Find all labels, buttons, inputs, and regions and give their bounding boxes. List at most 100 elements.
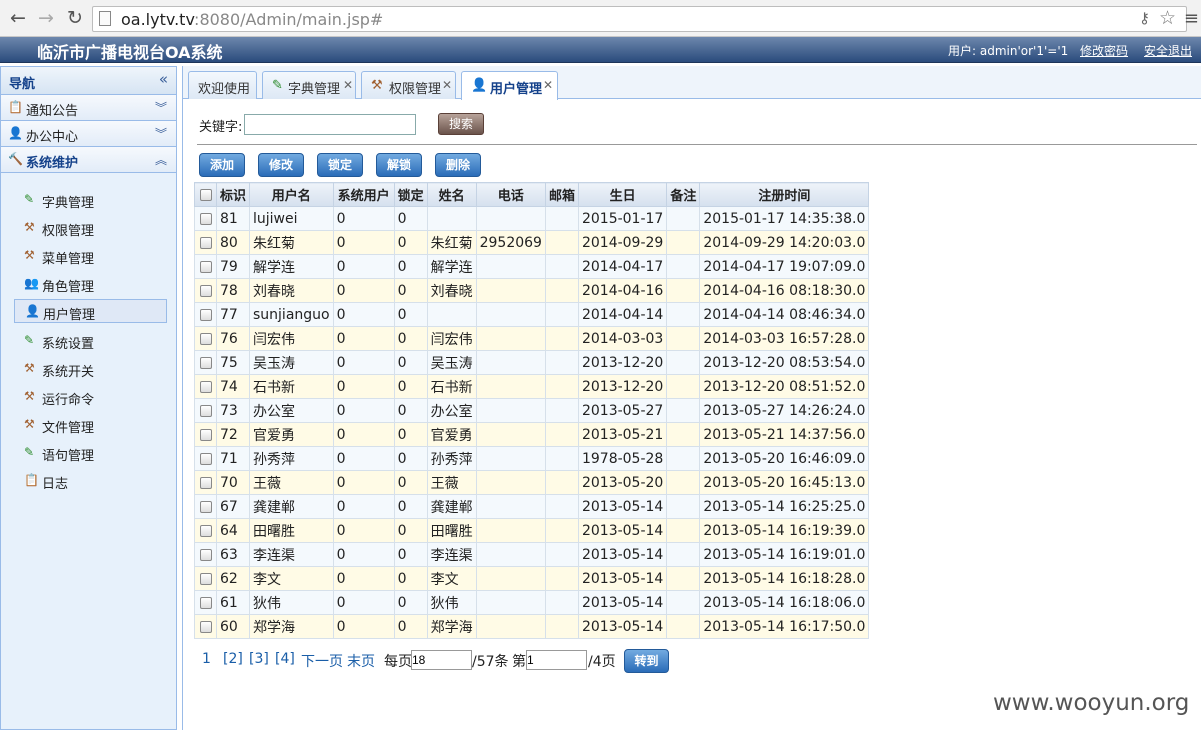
row-checkbox[interactable] [194, 518, 217, 543]
close-icon[interactable]: ✕ [343, 78, 353, 92]
row-checkbox[interactable] [194, 206, 217, 231]
table-row[interactable]: 63 李连渠 0 0 李连渠 2013-05-14 2013-05-14 16:19:01.… [194, 542, 870, 567]
table-row[interactable]: 70 王薇 0 0 王薇 2013-05-20 2013-05-20 16:45:13.0 [194, 470, 870, 495]
expand-icon[interactable]: ︾ [155, 99, 167, 116]
sidebar-item-files[interactable]: ⚒ 文件管理 [14, 413, 167, 437]
sidebar-item-menu[interactable]: ⚒ 菜单管理 [14, 244, 167, 268]
keyword-input[interactable] [244, 114, 416, 135]
logout-link[interactable]: 安全退出 [1144, 42, 1192, 59]
forward-icon[interactable]: → [34, 6, 58, 30]
table-row[interactable]: 61 狄伟 0 0 狄伟 2013-05-14 2013-05-14 16:18:06.0 [194, 590, 870, 615]
table-row[interactable]: 74 石书新 0 0 石书新 2013-12-20 2013-12-20 08:51:52.… [194, 374, 870, 399]
row-checkbox[interactable] [194, 470, 217, 495]
unlock-button[interactable]: 解锁 [376, 153, 422, 177]
table-row[interactable]: 67 龚建郸 0 0 龚建郸 2013-05-14 2013-05-14 16:25:25.… [194, 494, 870, 519]
change-password-link[interactable]: 修改密码 [1080, 42, 1128, 59]
table-row[interactable]: 78 刘春晓 0 0 刘春晓 2014-04-16 2014-04-16 08:18:30.… [194, 278, 870, 303]
reload-icon[interactable]: ↻ [63, 6, 87, 30]
row-checkbox[interactable] [194, 590, 217, 615]
table-row[interactable]: 73 办公室 0 0 办公室 2013-05-27 2013-05-27 14:26:24.… [194, 398, 870, 423]
row-checkbox[interactable] [194, 398, 217, 423]
table-row[interactable]: 77 sunjianguo 0 0 2014-04-14 2014-04-14 08:46… [194, 302, 870, 327]
row-checkbox[interactable] [194, 302, 217, 327]
next-page-link[interactable]: 下一页 [301, 651, 343, 671]
sidebar-section-notice[interactable]: 📋 通知公告 ︾ [1, 95, 176, 121]
select-all-checkbox[interactable] [194, 182, 217, 207]
table-row[interactable]: 80 朱红菊 0 0 朱红菊 2952069 2014-09-29 2014-09-29 14… [194, 230, 870, 255]
sidebar-item-log[interactable]: 📋 日志 [14, 469, 167, 493]
sidebar-item-switch[interactable]: ⚒ 系统开关 [14, 357, 167, 381]
col-header[interactable]: 姓名 [426, 182, 477, 207]
table-row[interactable]: 75 吴玉涛 0 0 吴玉涛 2013-12-20 2013-12-20 08:53:54.… [194, 350, 870, 375]
col-header[interactable]: 锁定 [393, 182, 428, 207]
sidebar-item-permission[interactable]: ⚒ 权限管理 [14, 216, 167, 240]
per-page-input[interactable] [411, 650, 472, 670]
close-icon[interactable]: ✕ [442, 78, 452, 92]
collapse-icon[interactable]: « [159, 70, 168, 88]
col-header[interactable]: 注册时间 [699, 182, 870, 207]
row-checkbox[interactable] [194, 278, 217, 303]
collapse-section-icon[interactable]: ︽ [155, 151, 167, 168]
add-button[interactable]: 添加 [199, 153, 245, 177]
go-button[interactable]: 转到 [624, 649, 669, 673]
col-header[interactable]: 备注 [666, 182, 701, 207]
table-cell: 0 [332, 398, 395, 423]
row-checkbox[interactable] [194, 614, 217, 639]
tab-permission[interactable]: ⚒ 权限管理 ✕ [361, 71, 456, 99]
table-row[interactable]: 76 闫宏伟 0 0 闫宏伟 2014-03-03 2014-03-03 16:57:28.… [194, 326, 870, 351]
sidebar-item-role[interactable]: 👥 角色管理 [14, 272, 167, 296]
page-input[interactable] [526, 650, 587, 670]
row-checkbox[interactable] [194, 422, 217, 447]
item-label: 运行命令 [42, 393, 95, 408]
address-bar[interactable]: oa.lytv.tv:8080/Admin/main.jsp# ⚷ ☆ [92, 6, 1187, 32]
col-header[interactable]: 邮箱 [544, 182, 579, 207]
col-header[interactable]: 用户名 [249, 182, 334, 207]
col-header[interactable]: 系统用户 [332, 182, 395, 207]
sidebar-item-dictionary[interactable]: ✎ 字典管理 [14, 188, 167, 212]
sidebar-section-office[interactable]: 👤 办公中心 ︾ [1, 121, 176, 147]
table-row[interactable]: 72 官爱勇 0 0 官爱勇 2013-05-21 2013-05-21 14:37:56.… [194, 422, 870, 447]
lock-button[interactable]: 锁定 [317, 153, 363, 177]
hammer-icon: ⚒ [24, 248, 35, 262]
table-cell: 79 [216, 254, 250, 279]
sidebar-item-command[interactable]: ⚒ 运行命令 [14, 385, 167, 409]
table-row[interactable]: 71 孙秀萍 0 0 孙秀萍 1978-05-28 2013-05-20 16:46:09.… [194, 446, 870, 471]
row-checkbox[interactable] [194, 350, 217, 375]
table-row[interactable]: 62 李文 0 0 李文 2013-05-14 2013-05-14 16:18:28.0 [194, 566, 870, 591]
row-checkbox[interactable] [194, 494, 217, 519]
key-icon[interactable]: ⚷ [1139, 9, 1150, 27]
row-checkbox[interactable] [194, 326, 217, 351]
row-checkbox[interactable] [194, 542, 217, 567]
row-checkbox[interactable] [194, 566, 217, 591]
table-row[interactable]: 60 郑学海 0 0 郑学海 2013-05-14 2013-05-14 16:17:50.… [194, 614, 870, 639]
row-checkbox[interactable] [194, 374, 217, 399]
col-header[interactable]: 生日 [577, 182, 668, 207]
table-row[interactable]: 81 lujiwei 0 0 2015-01-17 2015-01-17 14:35:38… [194, 206, 870, 231]
expand-icon[interactable]: ︾ [155, 125, 167, 142]
sidebar-section-system[interactable]: 🔨 系统维护 ︽ [1, 147, 176, 173]
sidebar-item-user[interactable]: 👤 用户管理 [14, 299, 167, 323]
delete-button[interactable]: 删除 [435, 153, 481, 177]
tab-welcome[interactable]: 欢迎使用 [188, 71, 257, 99]
close-icon[interactable]: ✕ [543, 78, 553, 92]
row-checkbox[interactable] [194, 446, 217, 471]
col-header[interactable]: 电话 [475, 182, 546, 207]
table-row[interactable]: 64 田曙胜 0 0 田曙胜 2013-05-14 2013-05-14 16:19:39.… [194, 518, 870, 543]
page-link[interactable]: [3] [249, 651, 269, 667]
row-checkbox[interactable] [194, 254, 217, 279]
page-link[interactable]: [4] [275, 651, 295, 667]
search-button[interactable]: 搜索 [438, 113, 484, 135]
menu-icon[interactable]: ≡ [1184, 8, 1199, 29]
sidebar-item-settings[interactable]: ✎ 系统设置 [14, 329, 167, 353]
bookmark-star-icon[interactable]: ☆ [1159, 7, 1176, 29]
sidebar-item-statement[interactable]: ✎ 语句管理 [14, 441, 167, 465]
last-page-link[interactable]: 末页 [347, 651, 375, 671]
row-checkbox[interactable] [194, 230, 217, 255]
tab-user-management[interactable]: 👤 用户管理 ✕ [461, 71, 558, 100]
table-row[interactable]: 79 解学连 0 0 解学连 2014-04-17 2014-04-17 19:07:09.… [194, 254, 870, 279]
col-header[interactable]: 标识 [216, 182, 250, 207]
page-link[interactable]: [2] [223, 651, 243, 667]
edit-button[interactable]: 修改 [258, 153, 304, 177]
back-icon[interactable]: ← [6, 6, 30, 30]
tab-dictionary[interactable]: ✎ 字典管理 ✕ [262, 71, 356, 99]
